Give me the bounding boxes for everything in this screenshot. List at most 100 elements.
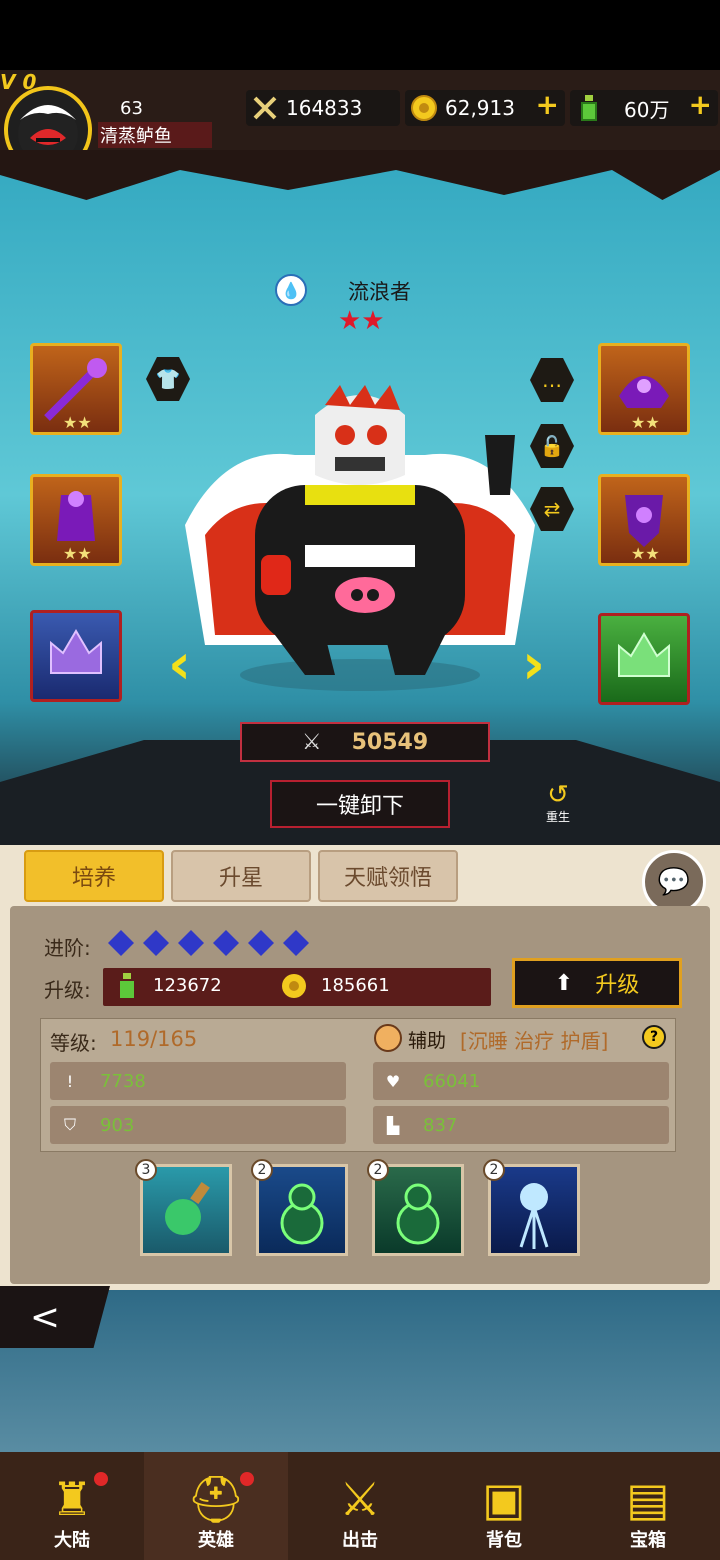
gold-value: 62,913: [445, 96, 515, 120]
upgrade-button-label: 升级: [595, 973, 640, 998]
potion-skill-icon: [165, 1181, 210, 1235]
boot-icon: ▙: [386, 1115, 400, 1135]
crossed-swords-icon: [250, 93, 280, 123]
stat-attack: ! 7738: [50, 1062, 346, 1100]
gourd-skill-icon: [396, 1183, 440, 1245]
hero-stars: ★★: [338, 306, 385, 336]
nav-backpack[interactable]: ▣ 背包: [432, 1452, 576, 1560]
crown-relic-icon: [618, 632, 670, 677]
stat-hp-value: 66041: [423, 1070, 481, 1092]
help-icon[interactable]: ?: [642, 1025, 666, 1049]
skill-slot[interactable]: 2: [367, 1159, 464, 1256]
tab-talent[interactable]: 天赋领悟: [318, 850, 458, 902]
nav-label: 背包: [486, 1530, 522, 1551]
upgrade-gold-cost: 185661: [321, 975, 390, 996]
level-label: 等级:: [50, 1031, 97, 1055]
add-potion-button[interactable]: +: [689, 88, 712, 121]
player-level: 63: [120, 98, 143, 119]
gold-coin-icon: [409, 93, 439, 123]
notification-dot: [240, 1472, 254, 1486]
crown-relic-icon: [50, 629, 102, 674]
gem-icon: [108, 930, 134, 956]
chat-button[interactable]: 💬: [642, 850, 706, 914]
role-tags: [沉睡 治疗 护盾]: [460, 1029, 609, 1053]
role-label: 辅助: [408, 1030, 447, 1052]
skill-level-badge: 2: [251, 1159, 273, 1181]
slot-stars: ★★: [631, 413, 660, 432]
rebirth-label: 重生: [545, 810, 570, 824]
skill-slot[interactable]: 3: [135, 1159, 232, 1256]
gourd-skill-icon: [280, 1183, 324, 1245]
arrow-up-icon: ⬆: [554, 970, 574, 996]
attack-icon: !: [66, 1071, 74, 1091]
lower-background: [0, 1290, 720, 1455]
gem-icon: [143, 930, 169, 956]
armor-slot[interactable]: ★★: [30, 474, 122, 566]
stat-speed-value: 837: [423, 1114, 458, 1136]
hero-name: 流浪者: [348, 280, 411, 304]
add-gold-button[interactable]: +: [536, 88, 559, 121]
shield-icon: ⛉: [63, 1115, 76, 1134]
refresh-icon: ↺: [547, 780, 569, 810]
skill-slot[interactable]: 2: [483, 1159, 580, 1256]
support-role-icon: [374, 1024, 402, 1052]
gem-icon: [178, 930, 204, 956]
back-arrow-icon: <: [29, 1296, 61, 1338]
relic-slot-purple[interactable]: [30, 610, 122, 702]
stat-hp: ♥ 66041: [373, 1062, 669, 1100]
skill-level-badge: 2: [367, 1159, 389, 1181]
advance-label: 进阶:: [44, 936, 91, 960]
nav-battle[interactable]: ⚔ 出击: [288, 1452, 432, 1560]
advance-gems: [108, 930, 318, 960]
slot-stars: ★★: [63, 544, 92, 563]
nav-heroes[interactable]: ⛑ 英雄: [144, 1452, 288, 1560]
upgrade-potion-cost: 123672: [153, 975, 222, 996]
tab-train[interactable]: 培养: [24, 850, 164, 902]
nav-label: 出击: [342, 1530, 378, 1551]
unequip-all-button[interactable]: 一键卸下: [270, 780, 450, 828]
boots-slot[interactable]: ★★: [598, 474, 690, 566]
gold-resource: 62,913 +: [405, 88, 565, 126]
back-button[interactable]: <: [0, 1286, 110, 1348]
gem-icon: [283, 930, 309, 956]
nav-continent[interactable]: ♜ 大陆: [0, 1452, 144, 1560]
stat-defense: ⛉ 903: [50, 1106, 346, 1144]
crossed-swords-icon: ⚔: [301, 729, 322, 755]
stat-attack-value: 7738: [100, 1070, 146, 1092]
gem-icon: [213, 930, 239, 956]
bottom-nav: ♜ 大陆 ⛑ 英雄 ⚔ 出击 ▣ 背包 ▤ 宝箱: [0, 1452, 720, 1560]
nav-label: 英雄: [198, 1530, 234, 1551]
upgrade-label: 升级:: [44, 978, 91, 1002]
gem-icon: [248, 930, 274, 956]
helmet-slot[interactable]: ★★: [598, 343, 690, 435]
stat-defense-value: 903: [100, 1114, 135, 1136]
power-value: 164833: [286, 96, 363, 120]
hero-power-value: 50549: [351, 729, 429, 755]
potion-resource: 60万 +: [570, 88, 718, 126]
crossed-swords-icon: ⚔: [339, 1472, 381, 1526]
potion-bottle-icon: [574, 93, 604, 123]
level-value: 119/165: [110, 1027, 198, 1051]
hero-power-bar: ⚔ 50549: [240, 722, 490, 762]
tab-star-up[interactable]: 升星: [171, 850, 311, 902]
chat-icon: 💬: [657, 867, 691, 897]
hero-portrait: [165, 385, 555, 695]
gold-coin-icon: [281, 973, 307, 1004]
vip-badge: V 0: [0, 70, 37, 94]
water-element-icon[interactable]: 💧: [275, 274, 307, 306]
upgrade-button[interactable]: ⬆ 升级: [512, 958, 682, 1008]
nav-chest[interactable]: ▤ 宝箱: [576, 1452, 720, 1560]
helmet-icon: ⛑: [186, 1472, 246, 1526]
skill-level-badge: 2: [483, 1159, 505, 1181]
nav-label: 宝箱: [630, 1530, 666, 1551]
heart-icon: ♥: [385, 1071, 401, 1091]
slot-stars: ★★: [63, 413, 92, 432]
nav-label: 大陆: [54, 1530, 90, 1551]
rebirth-button[interactable]: ↺ 重生: [538, 780, 578, 824]
weapon-slot[interactable]: ★★: [30, 343, 122, 435]
lightning-skill-icon: [519, 1183, 549, 1249]
power-resource: 164833: [246, 90, 400, 126]
relic-slot-green[interactable]: [598, 613, 690, 705]
castle-icon: ♜: [51, 1472, 93, 1526]
skill-slot[interactable]: 2: [251, 1159, 348, 1256]
